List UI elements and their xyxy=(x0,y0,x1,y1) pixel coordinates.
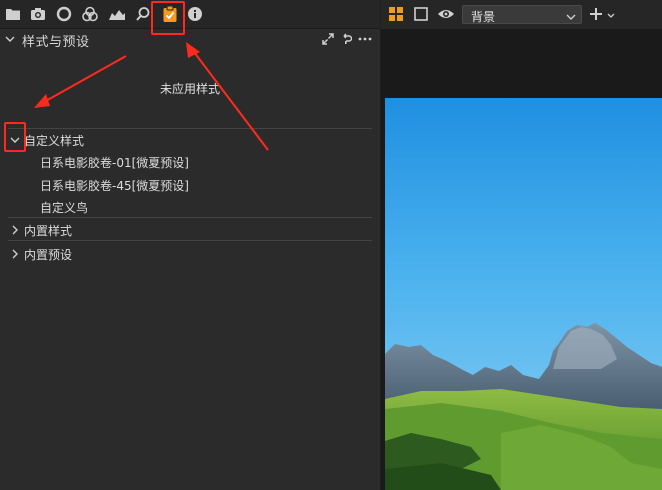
annotation-arrows xyxy=(34,42,269,151)
